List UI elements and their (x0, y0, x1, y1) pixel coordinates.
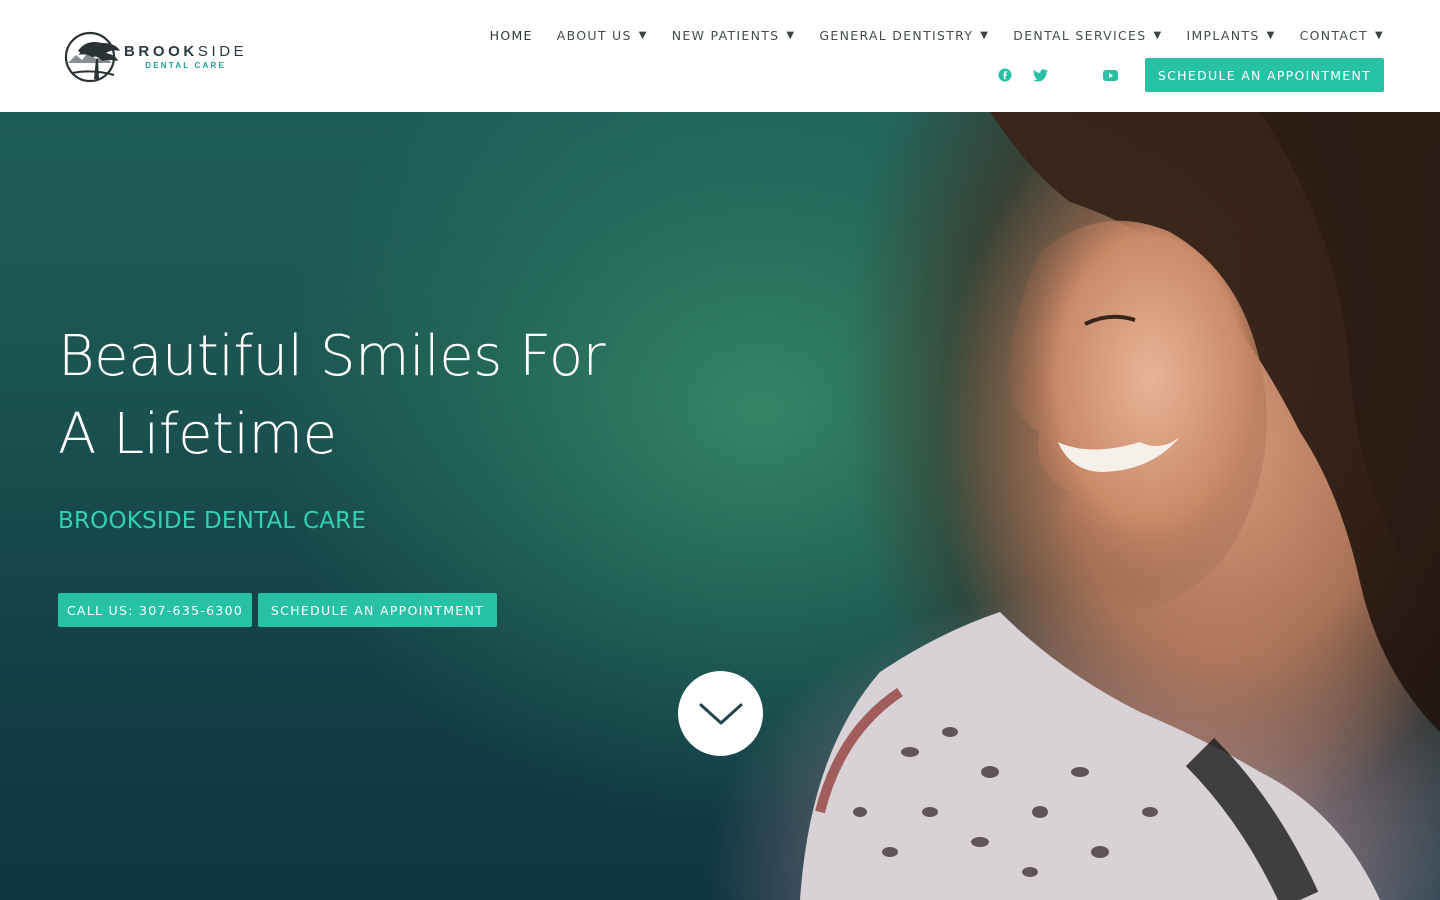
caret-down-icon: ▼ (1375, 29, 1384, 41)
caret-down-icon: ▼ (786, 29, 796, 41)
youtube-icon[interactable] (1101, 66, 1119, 84)
caret-down-icon: ▼ (638, 29, 648, 41)
nav-item-about-us[interactable]: ABOUT US ▼ (557, 28, 648, 43)
facebook-icon[interactable] (996, 66, 1014, 84)
site-header: BROOKSIDE DENTAL CARE HOME ABOUT US ▼ NEW… (0, 0, 1440, 112)
nav-item-general-dentistry[interactable]: GENERAL DENTISTRY ▼ (819, 28, 989, 43)
logo-subtitle: DENTAL CARE (145, 60, 227, 70)
caret-down-icon: ▼ (1266, 29, 1276, 41)
nav-item-label: DENTAL SERVICES (1013, 27, 1147, 43)
scroll-down-button[interactable] (678, 671, 763, 756)
social-links (996, 66, 1119, 84)
nav-item-label: IMPLANTS (1186, 27, 1260, 43)
hero-schedule-appointment-button[interactable]: SCHEDULE AN APPOINTMENT (258, 593, 497, 627)
logo-name: BROOKSIDE (124, 43, 247, 60)
caret-down-icon: ▼ (980, 29, 990, 41)
nav-item-contact[interactable]: CONTACT ▼ (1300, 28, 1384, 43)
header-schedule-appointment-button[interactable]: SCHEDULE AN APPOINTMENT (1145, 58, 1384, 92)
nav-item-label: GENERAL DENTISTRY (819, 27, 974, 43)
logo-wordmark: BROOKSIDE DENTAL CARE (124, 43, 247, 70)
tree-logo-icon (64, 31, 120, 83)
hero-title-line-1: Beautiful Smiles For (58, 324, 606, 389)
smiling-woman-photo (800, 112, 1440, 900)
caret-down-icon: ▼ (1153, 29, 1163, 41)
hero-title: Beautiful Smiles For A Lifetime (58, 318, 678, 474)
nav-item-label: ABOUT US (556, 27, 632, 43)
hero-subtitle: BROOKSIDE DENTAL CARE (58, 508, 367, 534)
nav-item-label: HOME (489, 27, 533, 43)
brookside-logo[interactable]: BROOKSIDE DENTAL CARE (58, 28, 248, 84)
logo-name-light: SIDE (197, 42, 248, 60)
nav-item-implants[interactable]: IMPLANTS ▼ (1186, 28, 1275, 43)
nav-item-new-patients[interactable]: NEW PATIENTS ▼ (672, 28, 796, 43)
nav-item-dental-services[interactable]: DENTAL SERVICES ▼ (1013, 28, 1162, 43)
hero-title-line-2: A Lifetime (58, 402, 337, 467)
chevron-down-icon (699, 703, 742, 724)
nav-item-label: NEW PATIENTS (671, 27, 780, 43)
logo-name-bold: BROOK (124, 42, 198, 60)
main-nav: HOME ABOUT US ▼ NEW PATIENTS ▼ GENERAL DEN… (490, 25, 1384, 45)
twitter-icon[interactable] (1031, 66, 1049, 84)
nav-item-label: CONTACT (1299, 27, 1368, 43)
call-us-button[interactable]: CALL US: 307-635-6300 (58, 593, 252, 627)
nav-item-home[interactable]: HOME (490, 28, 533, 43)
hero-section: Beautiful Smiles For A Lifetime BROOKSID… (0, 112, 1440, 900)
